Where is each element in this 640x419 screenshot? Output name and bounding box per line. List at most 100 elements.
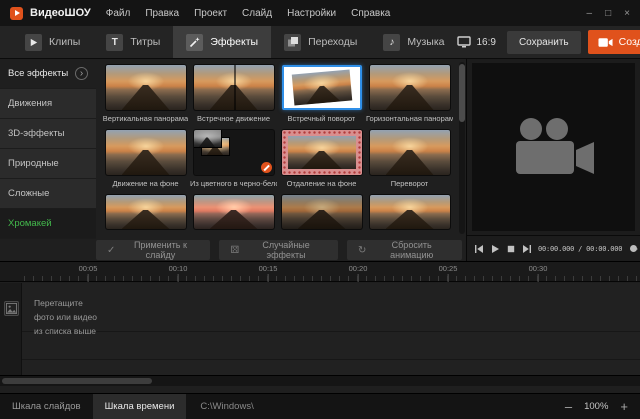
effect-partial-row[interactable] <box>366 195 453 229</box>
add-photo-track-button[interactable] <box>4 301 19 316</box>
sidebar-item-all-effects[interactable]: Все эффекты › <box>0 59 96 89</box>
effect-flip[interactable]: Переворот <box>366 130 453 188</box>
apply-to-slide-button[interactable]: ✓ Применить к слайду <box>96 240 210 260</box>
effect-label: Встречное движение <box>197 114 270 123</box>
timeline-scrollbar[interactable] <box>0 375 640 386</box>
tab-clips[interactable]: Клипы <box>12 26 93 58</box>
chevron-right-icon: › <box>75 67 88 80</box>
effect-counter-motion[interactable]: Встречное движение <box>190 65 277 123</box>
check-icon: ✓ <box>107 245 115 256</box>
tab-label: Шкала времени <box>105 401 175 412</box>
time-scale-tab[interactable]: Шкала времени <box>93 394 187 419</box>
window-controls: – □ × <box>587 8 630 19</box>
effect-counter-rotation-selected[interactable]: Встречный поворот <box>278 65 365 123</box>
menu-project[interactable]: Проект <box>194 8 227 19</box>
menu-settings[interactable]: Настройки <box>287 8 336 19</box>
scrollbar-thumb[interactable] <box>459 64 465 122</box>
sidebar-item-label: Движения <box>8 98 52 109</box>
tab-transitions[interactable]: Переходы <box>271 26 370 58</box>
magic-wand-icon <box>186 34 203 51</box>
minimize-button[interactable]: – <box>587 8 593 19</box>
skip-end-button[interactable] <box>520 242 533 256</box>
menu-help[interactable]: Справка <box>351 8 390 19</box>
ruler-tick: 00:10 <box>169 264 188 273</box>
sidebar-item-label: Природные <box>8 158 59 169</box>
sidebar-item-3d-effects[interactable]: 3D-эффекты <box>0 119 96 149</box>
menubar: Файл Правка Проект Слайд Настройки Справ… <box>106 8 391 19</box>
effect-thumbnail <box>370 130 450 175</box>
sidebar-item-motions[interactable]: Движения <box>0 89 96 119</box>
project-path: C:\Windows\ <box>200 401 253 412</box>
tab-label: Титры <box>130 36 160 48</box>
tab-label: Эффекты <box>210 36 258 48</box>
effect-label: Вертикальная панорама <box>103 114 188 123</box>
effect-thumbnail <box>106 130 186 175</box>
effect-motion-on-background[interactable]: Движение на фоне <box>102 130 189 188</box>
maximize-button[interactable]: □ <box>605 8 611 19</box>
effect-partial-row[interactable] <box>190 195 277 229</box>
sidebar-item-label: Хромакей <box>8 218 52 229</box>
menu-file[interactable]: Файл <box>106 8 131 19</box>
effects-scrollbar[interactable] <box>459 62 465 234</box>
sidebar-item-complex[interactable]: Сложные <box>0 179 96 209</box>
monitor-icon <box>457 36 471 48</box>
sidebar-item-chromakey[interactable]: Хромакей <box>0 209 96 239</box>
tab-effects[interactable]: Эффекты <box>173 26 271 58</box>
effect-zoom-out-on-background[interactable]: Отдаление на фоне <box>278 130 365 188</box>
track-divider <box>0 359 640 360</box>
volume-slider-handle[interactable] <box>630 245 637 252</box>
effect-thumbnail <box>282 130 362 175</box>
aspect-ratio-value: 16:9 <box>476 37 495 48</box>
ruler-tick: 00:20 <box>349 264 368 273</box>
timeline-tracks[interactable]: Перетащите фото или видео из списка выше <box>0 283 640 375</box>
track-header-column <box>0 283 22 375</box>
slides-scale-tab[interactable]: Шкала слайдов <box>0 394 93 419</box>
effect-partial-row[interactable] <box>278 195 365 229</box>
effect-color-to-bw[interactable]: Из цветного в черно-белое <box>190 130 277 188</box>
sidebar-item-label: Сложные <box>8 188 49 199</box>
project-controls: 16:9 Сохранить Создать <box>457 26 640 58</box>
video-preview <box>472 63 635 231</box>
tab-titles[interactable]: T Титры <box>93 26 173 58</box>
effect-vertical-panorama[interactable]: Вертикальная панорама <box>102 65 189 123</box>
effects-actionbar: ✓ Применить к слайду ⚄ Случайные эффекты… <box>96 239 466 261</box>
play-icon <box>25 34 42 51</box>
ruler-tick: 00:30 <box>529 264 548 273</box>
scrollbar-thumb[interactable] <box>2 378 152 384</box>
zoom-in-button[interactable]: + <box>620 400 628 413</box>
player-panel: 00:00.000 / 00:00.000 <box>466 59 640 261</box>
main-tabbar: Клипы T Титры Эффекты Переходы ♪ Музыка <box>0 26 640 59</box>
zoom-out-button[interactable]: – <box>565 400 572 413</box>
playback-time: 00:00.000 / 00:00.000 <box>538 245 622 253</box>
dice-icon: ⚄ <box>230 245 239 256</box>
reset-animation-button[interactable]: ↻ Сбросить анимацию <box>347 240 462 260</box>
play-button[interactable] <box>488 242 501 256</box>
transition-frames-icon <box>284 34 301 51</box>
volume-slider[interactable] <box>630 248 638 250</box>
menu-slide[interactable]: Слайд <box>242 8 272 19</box>
effect-label: Движение на фоне <box>112 179 178 188</box>
effect-label: Встречный поворот <box>288 114 356 123</box>
tab-music[interactable]: ♪ Музыка <box>370 26 457 58</box>
ruler-tick: 00:25 <box>439 264 458 273</box>
apply-button-label: Применить к слайду <box>121 240 199 260</box>
effect-label: Переворот <box>391 179 429 188</box>
random-effects-button[interactable]: ⚄ Случайные эффекты <box>219 240 337 260</box>
save-button[interactable]: Сохранить <box>507 31 581 54</box>
stop-button[interactable] <box>504 242 517 256</box>
close-button[interactable]: × <box>624 8 630 19</box>
drop-hint-text: Перетащите фото или видео из списка выше <box>34 296 97 338</box>
video-camera-placeholder-icon <box>508 117 600 177</box>
effect-thumbnail <box>282 195 362 229</box>
effect-label: Горизонтальная панорама <box>366 114 453 123</box>
aspect-ratio-indicator: 16:9 <box>457 36 499 48</box>
effect-partial-row[interactable] <box>102 195 189 229</box>
titlebar: ВидеоШОУ Файл Правка Проект Слайд Настро… <box>0 0 640 26</box>
sidebar-item-nature[interactable]: Природные <box>0 149 96 179</box>
create-button[interactable]: Создать <box>588 30 640 54</box>
timeline-ruler[interactable]: 00:05 00:10 00:15 00:20 00:25 00:30 <box>0 261 640 282</box>
effect-horizontal-panorama[interactable]: Горизонтальная панорама <box>366 65 453 123</box>
tab-label: Музыка <box>407 36 444 48</box>
skip-start-button[interactable] <box>472 242 485 256</box>
menu-edit[interactable]: Правка <box>145 8 179 19</box>
